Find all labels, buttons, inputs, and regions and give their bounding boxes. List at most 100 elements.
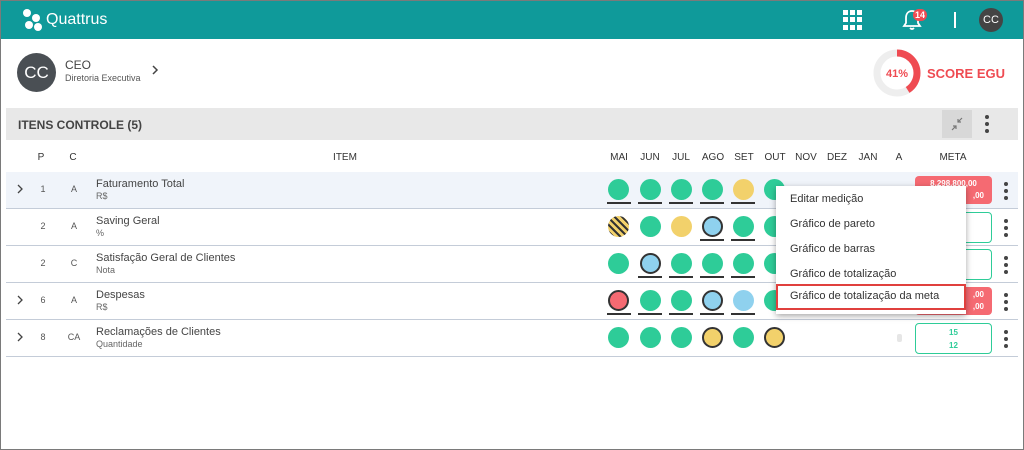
status-underline — [669, 276, 693, 278]
item-unit: R$ — [96, 191, 108, 201]
meta-value: 15 — [949, 328, 958, 337]
table-row[interactable]: 8 CA Reclamações de Clientes Quantidade … — [6, 320, 1018, 357]
header-item: ITEM — [333, 152, 357, 163]
status-underline — [700, 239, 724, 241]
status-dot[interactable] — [733, 290, 754, 311]
status-dot[interactable] — [671, 327, 692, 348]
cell-priority: 2 — [40, 258, 46, 268]
header-month: DEZ — [827, 152, 847, 163]
score-percent: 41% — [886, 68, 908, 80]
cell-class: A — [70, 221, 77, 231]
status-dot[interactable] — [702, 327, 723, 348]
notification-badge: 14 — [913, 9, 928, 21]
header-month: NOV — [795, 152, 817, 163]
header-month: A — [895, 152, 903, 163]
status-dot[interactable] — [733, 179, 754, 200]
status-dot[interactable] — [702, 216, 723, 237]
header-month: JUL — [672, 152, 690, 163]
faint-marker — [897, 334, 902, 342]
status-dot[interactable] — [640, 216, 661, 237]
expand-chevron-icon[interactable] — [16, 332, 24, 342]
status-dot[interactable] — [702, 290, 723, 311]
status-dot[interactable] — [671, 216, 692, 237]
status-dot[interactable] — [702, 253, 723, 274]
status-dot[interactable] — [640, 253, 661, 274]
status-dot[interactable] — [671, 253, 692, 274]
apps-grid-icon[interactable] — [843, 10, 863, 30]
expand-chevron-icon[interactable] — [16, 295, 24, 305]
row-menu-kebab-icon[interactable] — [1004, 330, 1008, 348]
user-department: Diretoria Executiva — [65, 73, 141, 83]
status-dot[interactable] — [671, 290, 692, 311]
status-dot[interactable] — [608, 179, 629, 200]
expand-chevron-icon[interactable] — [16, 184, 24, 194]
status-dot[interactable] — [733, 216, 754, 237]
cell-class: C — [70, 258, 78, 268]
status-dot[interactable] — [640, 290, 661, 311]
status-underline — [607, 202, 631, 204]
user-avatar: CC — [17, 53, 56, 92]
section-menu-kebab-icon[interactable] — [985, 115, 989, 133]
score-ring: 41% — [873, 49, 921, 97]
item-name[interactable]: Despesas — [96, 289, 145, 301]
header-month: SET — [734, 152, 754, 163]
row-menu-kebab-icon[interactable] — [1004, 182, 1008, 200]
top-bar: Quattrus 14 CC — [1, 1, 1023, 39]
menu-item-editar-medicao[interactable]: Editar medição — [776, 187, 966, 212]
header-c: C — [69, 152, 77, 163]
item-unit: % — [96, 228, 105, 238]
status-underline — [669, 313, 693, 315]
status-dot[interactable] — [702, 179, 723, 200]
item-name[interactable]: Saving Geral — [96, 215, 160, 227]
cell-priority: 6 — [40, 295, 46, 305]
header-meta: META — [939, 152, 967, 163]
collapse-button[interactable] — [942, 110, 972, 138]
status-underline — [700, 202, 724, 204]
cell-priority: 1 — [40, 184, 46, 194]
context-menu: Editar medição Gráfico de pareto Gráfico… — [776, 186, 966, 314]
item-name[interactable]: Satisfação Geral de Clientes — [96, 252, 235, 264]
status-dot[interactable] — [640, 179, 661, 200]
menu-item-grafico-pareto[interactable]: Gráfico de pareto — [776, 212, 966, 237]
status-dot[interactable] — [671, 179, 692, 200]
status-underline — [731, 313, 755, 315]
cell-priority: 2 — [40, 221, 46, 231]
status-underline — [731, 276, 755, 278]
status-underline — [700, 313, 724, 315]
header-month: JAN — [858, 152, 878, 163]
header-month: JUN — [640, 152, 660, 163]
menu-item-grafico-totalizacao-meta[interactable]: Gráfico de totalização da meta — [776, 284, 966, 310]
status-dot[interactable] — [608, 216, 629, 237]
cell-class: A — [70, 184, 77, 194]
score-label: SCORE EGU — [927, 66, 1006, 81]
row-menu-kebab-icon[interactable] — [1004, 256, 1008, 274]
status-underline — [669, 202, 693, 204]
header-month: MAI — [610, 152, 628, 163]
item-name[interactable]: Faturamento Total — [96, 178, 184, 190]
item-unit: Quantidade — [96, 339, 143, 349]
status-dot[interactable] — [733, 253, 754, 274]
row-menu-kebab-icon[interactable] — [1004, 219, 1008, 237]
status-dot[interactable] — [764, 327, 785, 348]
user-avatar-button[interactable]: CC — [979, 8, 1003, 32]
status-dot[interactable] — [608, 290, 629, 311]
status-underline — [638, 202, 662, 204]
item-unit: R$ — [96, 302, 108, 312]
status-dot[interactable] — [608, 327, 629, 348]
status-dot[interactable] — [640, 327, 661, 348]
row-menu-kebab-icon[interactable] — [1004, 293, 1008, 311]
quattrus-logo-icon — [23, 9, 43, 31]
cell-priority: 8 — [40, 332, 46, 342]
cell-class: CA — [67, 332, 81, 342]
item-name[interactable]: Reclamações de Clientes — [96, 326, 221, 338]
meta-box: 15 12 — [915, 323, 992, 354]
menu-item-grafico-barras[interactable]: Gráfico de barras — [776, 237, 966, 262]
section-title: ITENS CONTROLE (5) — [18, 118, 143, 132]
chevron-right-icon[interactable] — [149, 64, 161, 76]
status-dot[interactable] — [608, 253, 629, 274]
section-header: ITENS CONTROLE (5) — [6, 108, 1018, 140]
status-dot[interactable] — [733, 327, 754, 348]
meta-value: 12 — [949, 341, 958, 350]
user-name: CEO — [65, 58, 92, 72]
status-underline — [731, 202, 755, 204]
